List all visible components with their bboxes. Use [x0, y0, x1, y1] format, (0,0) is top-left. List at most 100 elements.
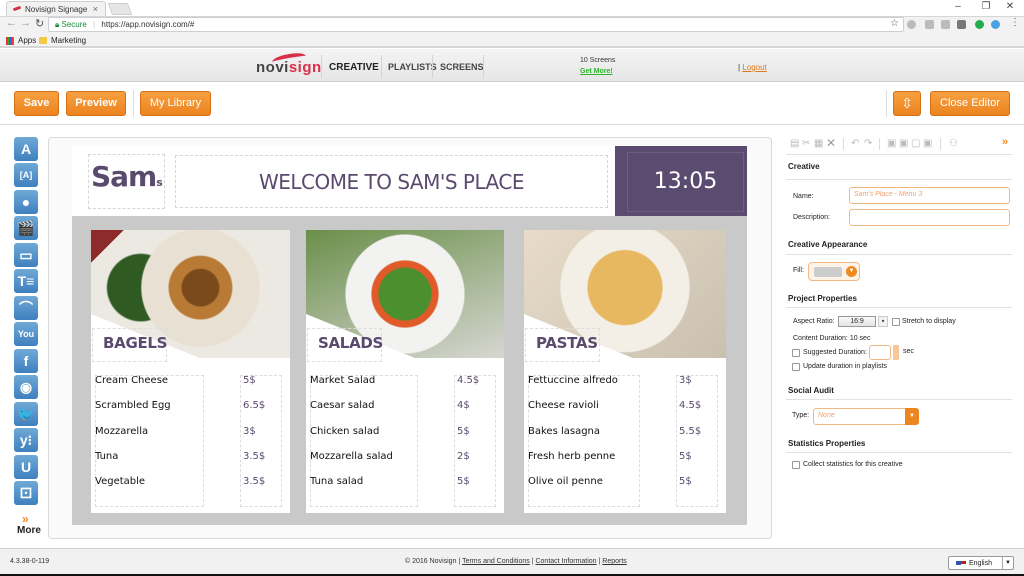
- pdf-extension-icon[interactable]: [941, 20, 950, 29]
- more-chevron-icon[interactable]: »: [22, 512, 29, 526]
- duration-spinner[interactable]: [893, 345, 899, 360]
- name-input[interactable]: Sam's Place - Menu 3: [849, 187, 1010, 204]
- undo-icon[interactable]: ↶: [851, 138, 859, 149]
- add-user-icon[interactable]: ⚇: [949, 138, 958, 149]
- divider: [786, 307, 1012, 308]
- extension-icon[interactable]: [907, 20, 916, 29]
- close-editor-button[interactable]: Close Editor: [930, 91, 1010, 116]
- logout-link[interactable]: Logout: [742, 63, 766, 72]
- video-tool-icon[interactable]: 🎬: [14, 216, 38, 240]
- youtube-tool-icon[interactable]: You Tube: [14, 322, 38, 363]
- prices-frame[interactable]: [676, 375, 718, 507]
- send-backward-icon[interactable]: ▢: [911, 138, 920, 149]
- instagram-tool-icon[interactable]: ◉: [14, 375, 38, 399]
- logout-area: | Logout: [738, 63, 767, 72]
- collect-statistics-checkbox[interactable]: [792, 461, 800, 469]
- terms-link[interactable]: Terms and Conditions: [462, 558, 530, 565]
- menu-icon[interactable]: ⋮: [1010, 17, 1020, 28]
- widget-tool-icon[interactable]: ⚀: [14, 481, 38, 505]
- more-label[interactable]: More: [17, 525, 41, 536]
- save-button[interactable]: Save: [14, 91, 59, 116]
- forward-icon[interactable]: →: [20, 17, 31, 29]
- menu-item-name: Mozzarella: [95, 425, 149, 437]
- close-window-icon[interactable]: ✕: [1000, 1, 1020, 12]
- extension-icon[interactable]: [957, 20, 966, 29]
- project-section-header: Project Properties: [788, 294, 857, 303]
- creative-section-header: Creative: [788, 162, 820, 171]
- reload-icon[interactable]: ↻: [35, 17, 44, 30]
- my-library-button[interactable]: My Library: [140, 91, 211, 116]
- clock-time[interactable]: 13:05: [627, 152, 744, 212]
- bring-forward-icon[interactable]: ▣: [899, 138, 908, 149]
- type-select[interactable]: None: [813, 408, 918, 425]
- extension-icon[interactable]: [925, 20, 934, 29]
- divider: [321, 55, 322, 78]
- get-more-link[interactable]: Get More!: [580, 68, 613, 75]
- suggested-duration-input[interactable]: [869, 345, 891, 360]
- copy-icon[interactable]: ▤: [790, 138, 799, 149]
- bookmark-star-icon[interactable]: ☆: [890, 18, 899, 29]
- items-frame[interactable]: [528, 375, 640, 507]
- camera-tool-icon[interactable]: ●: [14, 190, 38, 214]
- preview-button[interactable]: Preview: [66, 91, 126, 116]
- reports-link[interactable]: Reports: [602, 558, 627, 565]
- delete-icon[interactable]: ✕: [826, 136, 836, 150]
- text-box-tool-icon[interactable]: [A]: [14, 163, 38, 187]
- bookmark-marketing[interactable]: Marketing: [51, 36, 86, 45]
- facebook-tool-icon[interactable]: f: [14, 349, 38, 373]
- stretch-checkbox[interactable]: [892, 318, 900, 326]
- prices-frame[interactable]: [454, 375, 496, 507]
- grammarly-icon[interactable]: [975, 20, 984, 29]
- address-bar[interactable]: 🔒︎ Secure | https://app.novisign.com/#: [48, 17, 904, 32]
- fill-color-picker[interactable]: ▼: [808, 262, 860, 281]
- items-frame[interactable]: [310, 375, 418, 507]
- bring-front-icon[interactable]: ▣: [887, 138, 896, 149]
- menu-item-name: Caesar salad: [310, 400, 375, 412]
- redo-icon[interactable]: ↷: [864, 138, 872, 149]
- type-dropdown-chevron-icon[interactable]: ▼: [905, 408, 919, 425]
- ticker-tool-icon[interactable]: T≡: [14, 269, 38, 293]
- grid-icon[interactable]: ▪: [878, 316, 888, 327]
- rss-tool-icon[interactable]: ⌒: [14, 296, 38, 320]
- nav-screens[interactable]: SCREENS: [440, 62, 484, 72]
- tab-title: Novisign Signage: [25, 5, 88, 14]
- sams-logo[interactable]: Sams: [91, 160, 163, 193]
- menu-item-name: Vegetable: [95, 476, 146, 488]
- text-tool-icon[interactable]: A: [14, 137, 38, 161]
- ustream-tool-icon[interactable]: U: [14, 455, 38, 479]
- description-input[interactable]: [849, 209, 1010, 226]
- browser-tab[interactable]: Novisign Signage ×: [6, 1, 106, 16]
- screens-count: 10 Screens: [580, 57, 616, 64]
- restore-icon[interactable]: ❐: [976, 1, 996, 12]
- nav-playlists[interactable]: PLAYLISTS: [388, 62, 437, 72]
- cloud-icon[interactable]: [991, 20, 1000, 29]
- menu-panel-salads: SALADS Market Salad 4.5$ Caesar salad 4$ Chic…: [306, 230, 504, 513]
- menu-item-price: 5$: [457, 425, 470, 437]
- twitter-tool-icon[interactable]: 🐦: [14, 402, 38, 426]
- resize-button[interactable]: ⇳: [893, 91, 921, 116]
- prices-frame[interactable]: [240, 375, 282, 507]
- paste-icon[interactable]: ▦: [814, 138, 823, 149]
- minimize-icon[interactable]: –: [948, 1, 968, 12]
- novisign-logo[interactable]: novisign: [256, 51, 322, 76]
- menu-item-name: Fettuccine alfredo: [528, 375, 618, 386]
- update-duration-checkbox[interactable]: [792, 363, 800, 371]
- cut-icon[interactable]: ✂: [802, 138, 810, 149]
- bookmark-apps[interactable]: Apps: [18, 36, 36, 45]
- new-tab-button[interactable]: [107, 3, 133, 15]
- items-frame[interactable]: [95, 375, 204, 507]
- close-tab-icon[interactable]: ×: [93, 4, 98, 14]
- send-back-icon[interactable]: ▣: [923, 138, 932, 149]
- yammer-tool-icon[interactable]: y⁝: [14, 428, 38, 452]
- suggested-duration-checkbox[interactable]: [792, 349, 800, 357]
- expand-panel-icon[interactable]: »: [1002, 136, 1008, 148]
- language-select[interactable]: English ▼: [948, 556, 1014, 570]
- stretch-label: Stretch to display: [902, 318, 956, 325]
- back-icon[interactable]: ←: [6, 17, 17, 29]
- nav-creative[interactable]: CREATIVE: [329, 62, 379, 73]
- welcome-title[interactable]: WELCOME TO SAM'S PLACE: [175, 155, 608, 208]
- aspect-ratio-button[interactable]: 16:9: [838, 316, 876, 327]
- contact-link[interactable]: Contact Information: [535, 558, 596, 565]
- gallery-tool-icon[interactable]: ▭: [14, 243, 38, 267]
- browser-tab-strip: [0, 0, 1024, 16]
